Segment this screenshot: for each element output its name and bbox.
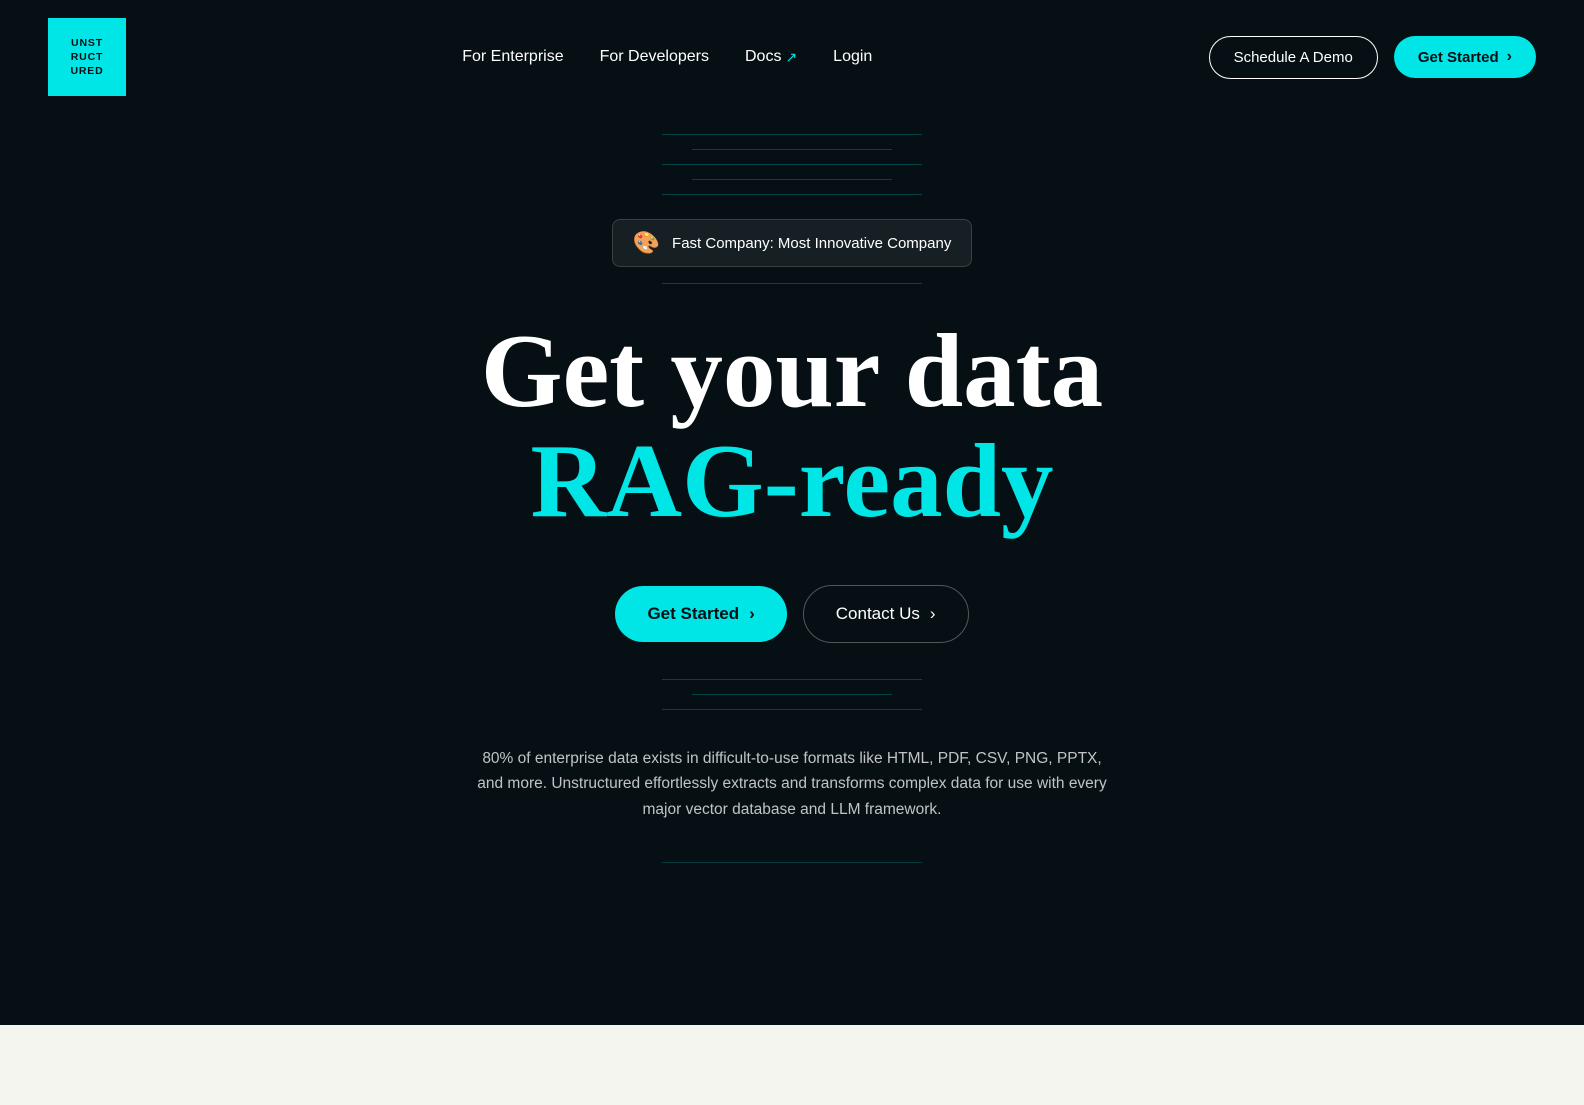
- h-line-after-2: [692, 694, 892, 695]
- nav-actions: Schedule A Demo Get Started ›: [1209, 36, 1536, 79]
- h-line-1: [662, 134, 922, 135]
- hero-description: 80% of enterprise data exists in difficu…: [472, 746, 1112, 823]
- cta-buttons: Get Started › Contact Us ›: [615, 585, 968, 643]
- hero-title-line2: RAG-ready: [481, 426, 1103, 536]
- nav-link-developers[interactable]: For Developers: [600, 48, 709, 66]
- get-started-hero-button[interactable]: Get Started ›: [615, 586, 786, 642]
- nav-link-docs[interactable]: Docs ↗: [745, 48, 797, 66]
- chevron-right-icon: ›: [1507, 48, 1512, 66]
- logo[interactable]: UNSTRUCTURED: [48, 18, 126, 96]
- external-link-icon: ↗: [785, 49, 797, 66]
- hero-section: 🎨 Fast Company: Most Innovative Company …: [0, 114, 1584, 863]
- nav-link-login[interactable]: Login: [833, 48, 872, 66]
- h-line-mid: [662, 283, 922, 284]
- page-wrapper: UNSTRUCTURED For Enterprise For Develope…: [0, 0, 1584, 1105]
- nav-links: For Enterprise For Developers Docs ↗ Log…: [462, 48, 872, 66]
- nav-link-enterprise[interactable]: For Enterprise: [462, 48, 563, 66]
- badge-icon: 🎨: [633, 230, 660, 256]
- h-line-3: [662, 164, 922, 165]
- decorative-lines-mid: [662, 679, 922, 710]
- hero-title-line1: Get your data: [481, 316, 1103, 426]
- decorative-lines-top: [48, 134, 1536, 195]
- h-line-4: [692, 179, 892, 180]
- chevron-right-icon: ›: [930, 604, 936, 624]
- hero-title: Get your data RAG-ready: [481, 316, 1103, 537]
- footer-stripe: [0, 1025, 1584, 1105]
- schedule-demo-button[interactable]: Schedule A Demo: [1209, 36, 1378, 79]
- decorative-line-bottom: [662, 862, 922, 863]
- h-line-5: [662, 194, 922, 195]
- badge-text: Fast Company: Most Innovative Company: [672, 235, 951, 252]
- award-badge: 🎨 Fast Company: Most Innovative Company: [612, 219, 973, 267]
- chevron-right-icon: ›: [749, 604, 755, 624]
- contact-us-button[interactable]: Contact Us ›: [803, 585, 969, 643]
- logo-text: UNSTRUCTURED: [70, 36, 103, 79]
- h-line-after-3: [662, 709, 922, 710]
- h-line-after-1: [662, 679, 922, 680]
- h-line-2: [692, 149, 892, 150]
- get-started-nav-button[interactable]: Get Started ›: [1394, 36, 1536, 78]
- navbar: UNSTRUCTURED For Enterprise For Develope…: [0, 0, 1584, 114]
